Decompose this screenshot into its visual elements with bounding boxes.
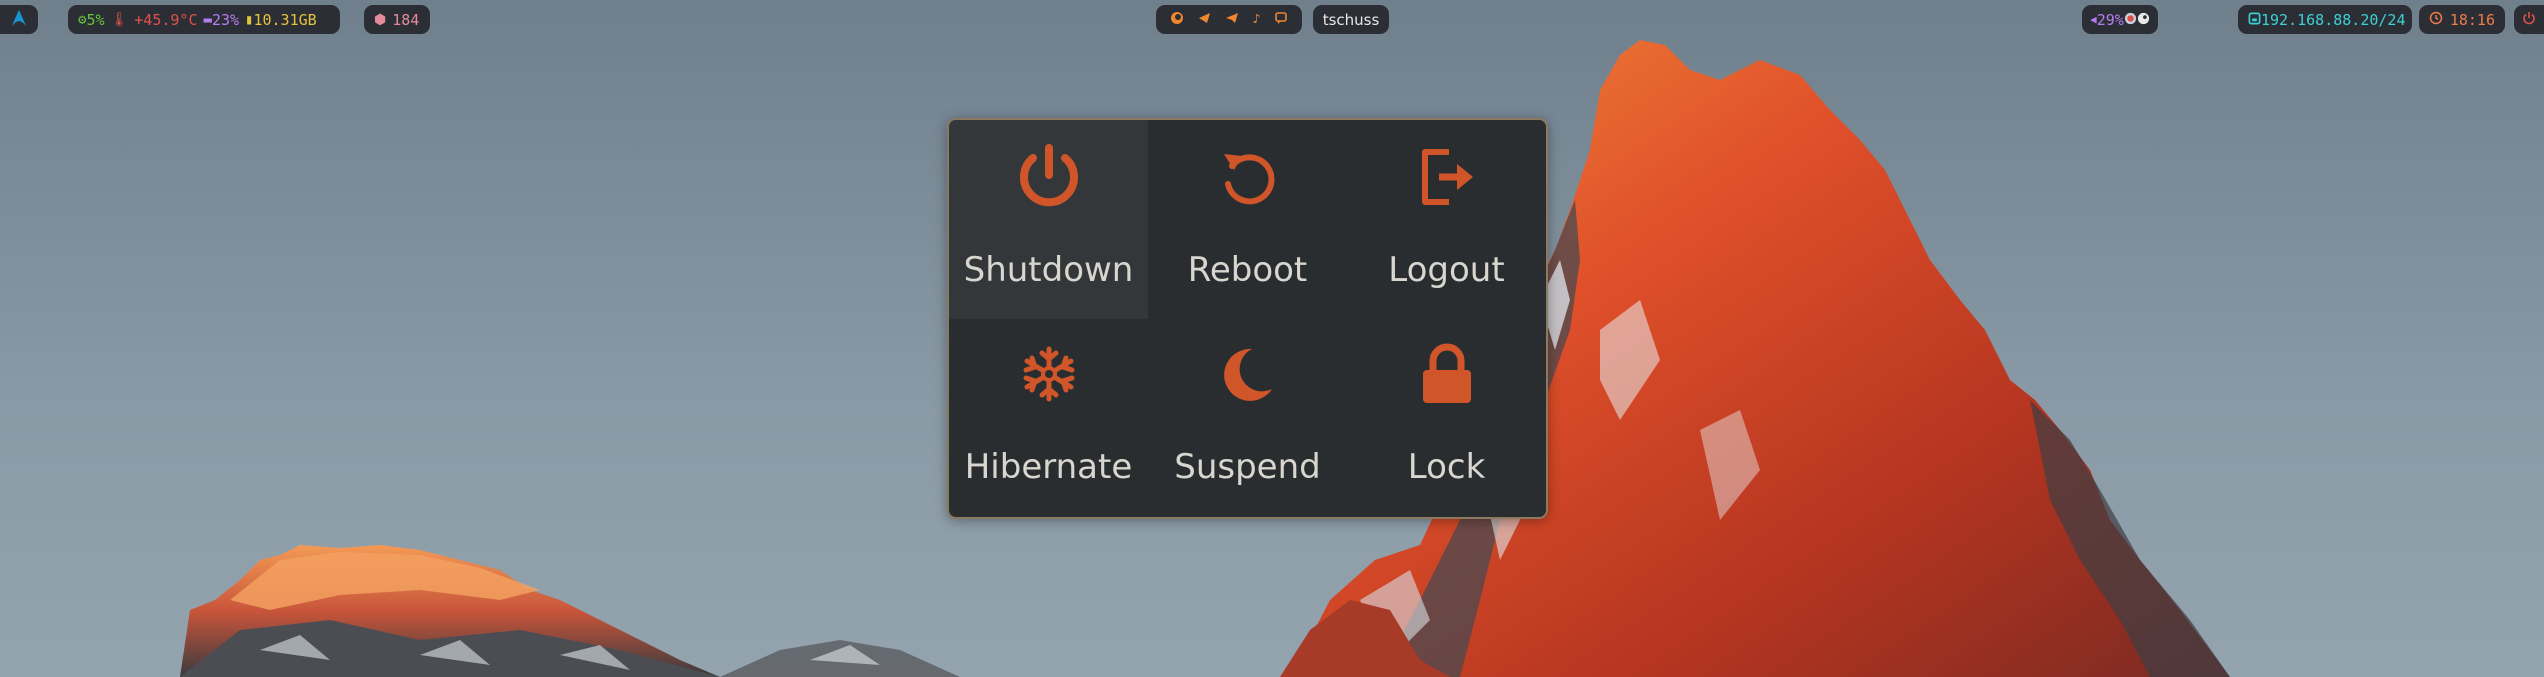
power-icon (2522, 11, 2536, 29)
cpu-icon: ⚙ (78, 11, 87, 28)
suspend-label: Suspend (1174, 446, 1321, 487)
hibernate-label: Hibernate (964, 446, 1133, 487)
audio-module[interactable]: ◀ 29% (2082, 5, 2158, 34)
memory-usage: 23% (211, 10, 240, 29)
cpu-temperature: +45.9°C (134, 10, 198, 29)
taskbar-apps: ♪ (1156, 5, 1302, 34)
shutdown-button[interactable]: Shutdown (949, 120, 1148, 319)
updates-count: 184 (392, 10, 420, 29)
cpu-usage: 5% (86, 10, 105, 29)
telegram-icon[interactable] (1225, 11, 1239, 29)
launcher-button[interactable] (0, 5, 38, 34)
music-icon[interactable]: ♪ (1253, 12, 1261, 27)
hibernate-button[interactable]: Hibernate (949, 319, 1148, 518)
reboot-button[interactable]: Reboot (1148, 120, 1347, 319)
memory-icon: ▬ (203, 11, 212, 28)
volume-icon: ◀ (2090, 13, 2097, 26)
volume-level: 29% (2096, 10, 2124, 29)
suspend-button[interactable]: Suspend (1148, 319, 1347, 518)
power-button[interactable] (2514, 5, 2544, 34)
disk-free: 10.31GB (253, 10, 317, 29)
power-menu-dialog: Shutdown Reboot Logout Hibernate Suspend… (947, 118, 1548, 519)
record-icon[interactable] (2124, 11, 2137, 29)
logout-button[interactable]: Logout (1347, 120, 1546, 319)
terminal-icon[interactable] (1198, 11, 1212, 29)
firefox-icon[interactable] (1170, 11, 1184, 29)
logout-label: Logout (1388, 250, 1505, 290)
workspace-indicator[interactable]: tschuss (1313, 5, 1389, 34)
disk-icon: ▮ (245, 11, 254, 28)
ethernet-icon (2248, 11, 2261, 29)
updates-module[interactable]: ⬢ 184 (364, 5, 430, 34)
network-module[interactable]: 192.168.88.20/24 (2238, 5, 2412, 34)
lock-button[interactable]: Lock (1347, 319, 1546, 518)
steam-icon[interactable] (2137, 11, 2150, 29)
package-icon: ⬢ (374, 11, 387, 28)
reboot-label: Reboot (1187, 250, 1308, 290)
clock-module[interactable]: 18:16 (2419, 5, 2505, 34)
clock-icon (2429, 11, 2443, 29)
ip-address: 192.168.88.20/24 (2261, 10, 2406, 29)
system-stats-module[interactable]: ⚙ 5% 🌡︎ +45.9°C ▬ 23% ▮ 10.31GB (68, 5, 340, 34)
thermometer-icon: 🌡︎ (110, 11, 129, 28)
top-bar: ⚙ 5% 🌡︎ +45.9°C ▬ 23% ▮ 10.31GB ⬢ 184 ♪ (0, 0, 2544, 40)
arch-logo-icon (10, 9, 28, 31)
workspace-name: tschuss (1322, 10, 1380, 29)
chat-icon[interactable] (1274, 11, 1288, 29)
shutdown-label: Shutdown (963, 250, 1134, 290)
clock-time: 18:16 (2449, 10, 2495, 29)
lock-label: Lock (1407, 446, 1486, 487)
